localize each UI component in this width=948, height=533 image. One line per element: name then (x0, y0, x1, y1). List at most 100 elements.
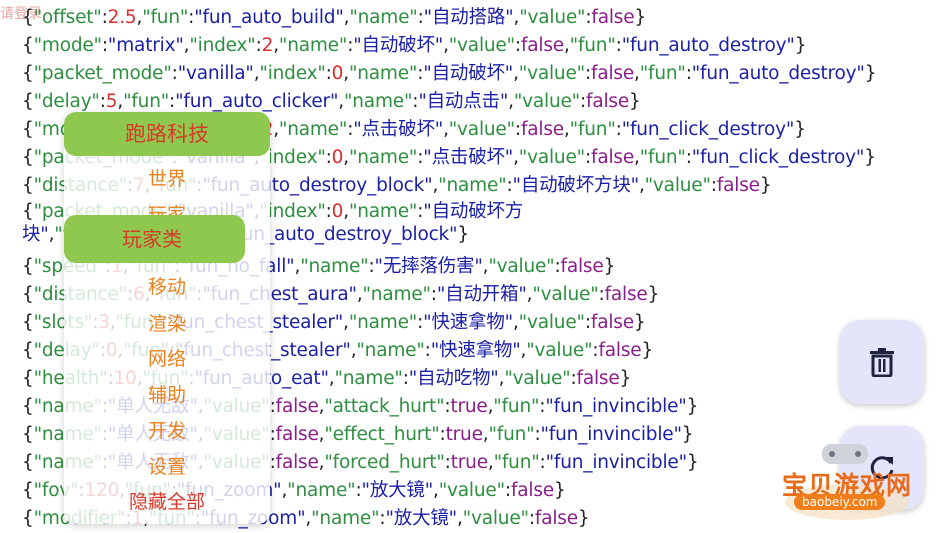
code-token: "name" (334, 368, 403, 389)
code-token: false (590, 312, 634, 333)
menu-item-movement[interactable]: 移动 (64, 272, 270, 302)
code-token: "点击破坏" (423, 147, 514, 168)
code-token: } (641, 340, 654, 361)
menu-title[interactable]: 跑路科技 (64, 112, 270, 156)
code-token: "fun_invincible" (540, 424, 682, 445)
code-token: "快速拿物" (430, 340, 521, 361)
code-token: "value" (448, 119, 515, 140)
code-token: "name" (348, 201, 418, 222)
code-token: "自动破坏方 (423, 201, 524, 222)
code-token: true (450, 396, 488, 417)
code-token: 2 (261, 35, 274, 56)
code-token: "attack_hurt" (324, 396, 445, 417)
code-token: 0 (331, 63, 344, 84)
code-token: "index" (189, 35, 256, 56)
code-token: "fun_click_destroy" (621, 119, 795, 140)
code-token: false (560, 256, 604, 277)
code-token: "fun" (639, 147, 686, 168)
code-token: } (864, 63, 877, 84)
code-token: { (22, 340, 34, 361)
code-token: { (22, 480, 34, 501)
code-line: {"offset":2.5,"fun":"fun_auto_build","na… (22, 4, 922, 32)
code-token: "name" (362, 284, 431, 305)
menu-hide-all-button[interactable]: 隐藏全部 (64, 487, 270, 517)
menu-item-assist[interactable]: 辅助 (64, 380, 270, 410)
code-token: { (22, 147, 34, 168)
code-token: false (534, 508, 578, 529)
code-token: "name" (348, 63, 418, 84)
code-token: } (686, 452, 699, 473)
code-token: false (591, 63, 635, 84)
code-token: "forced_hurt" (324, 452, 445, 473)
code-token: } (794, 119, 806, 140)
code-token: { (22, 508, 34, 529)
code-token: "value" (532, 284, 599, 305)
code-token: "value" (518, 63, 585, 84)
code-token: "fun_invincible" (545, 452, 687, 473)
code-token: { (22, 368, 34, 389)
code-token: "自动点击" (418, 91, 509, 112)
code-token: "value" (518, 147, 585, 168)
code-token: false (275, 424, 319, 445)
code-token: "fun" (123, 91, 170, 112)
menu-item-dev[interactable]: 开发 (64, 416, 270, 446)
code-token: "value" (644, 175, 711, 196)
menu-item-render[interactable]: 渲染 (64, 309, 270, 339)
code-token: "快速拿物" (423, 312, 513, 333)
code-token: "name" (438, 175, 507, 196)
code-token: } (681, 424, 694, 445)
menu-item-player-selected[interactable]: 玩家类 (64, 215, 245, 263)
code-token: "fun" (493, 452, 540, 473)
code-token: } (759, 175, 772, 196)
code-token: { (22, 35, 34, 56)
code-token: "offset" (33, 7, 102, 28)
code-token: } (619, 368, 632, 389)
code-token: 0 (331, 147, 344, 168)
code-token: "name" (343, 91, 413, 112)
code-token: "name" (348, 147, 418, 168)
code-token: "name" (311, 508, 380, 529)
code-token: "点击破坏" (353, 119, 444, 140)
site-watermark: 宝贝游戏网 baobeiy.com (772, 444, 922, 524)
code-token: "name" (300, 256, 369, 277)
trash-icon (870, 348, 894, 377)
code-token: { (22, 256, 34, 277)
menu-item-settings[interactable]: 设置 (64, 452, 270, 482)
code-token: "value" (519, 7, 586, 28)
code-token: "name" (356, 340, 425, 361)
code-token: false (591, 7, 635, 28)
code-token: { (22, 452, 34, 473)
code-token: } (633, 312, 646, 333)
code-token: "fun" (488, 424, 535, 445)
code-token: { (22, 91, 34, 112)
code-token: "fun_auto_destroy" (691, 63, 865, 84)
menu-item-world[interactable]: 世界 (64, 164, 270, 194)
code-token: { (22, 7, 34, 28)
code-token: } (457, 224, 469, 245)
code-token: true (450, 452, 488, 473)
code-token: "value" (513, 91, 580, 112)
code-token: false (576, 368, 620, 389)
code-token: false (586, 91, 630, 112)
code-token: "fun_auto_clicker" (175, 91, 339, 112)
code-token: "fun" (142, 7, 189, 28)
code-token: } (553, 480, 566, 501)
delete-button[interactable] (840, 320, 924, 404)
code-token: 2.5 (107, 7, 137, 28)
code-token: } (647, 284, 660, 305)
code-token: { (22, 119, 34, 140)
watermark-url: baobeiy.com (794, 494, 886, 510)
menu-item-network[interactable]: 网络 (64, 344, 270, 374)
code-token: "value" (526, 340, 593, 361)
code-token: "delay" (33, 91, 100, 112)
code-token: "fun_auto_build" (194, 7, 344, 28)
code-token: "packet_mode" (33, 63, 172, 84)
code-token: } (686, 396, 699, 417)
code-token: "无摔落伤害" (374, 256, 483, 277)
code-token: "value" (462, 508, 529, 529)
code-token: "value" (488, 256, 555, 277)
code-token: { (22, 63, 34, 84)
code-token: { (22, 201, 34, 222)
code-token: { (22, 284, 34, 305)
code-token: false (591, 147, 635, 168)
